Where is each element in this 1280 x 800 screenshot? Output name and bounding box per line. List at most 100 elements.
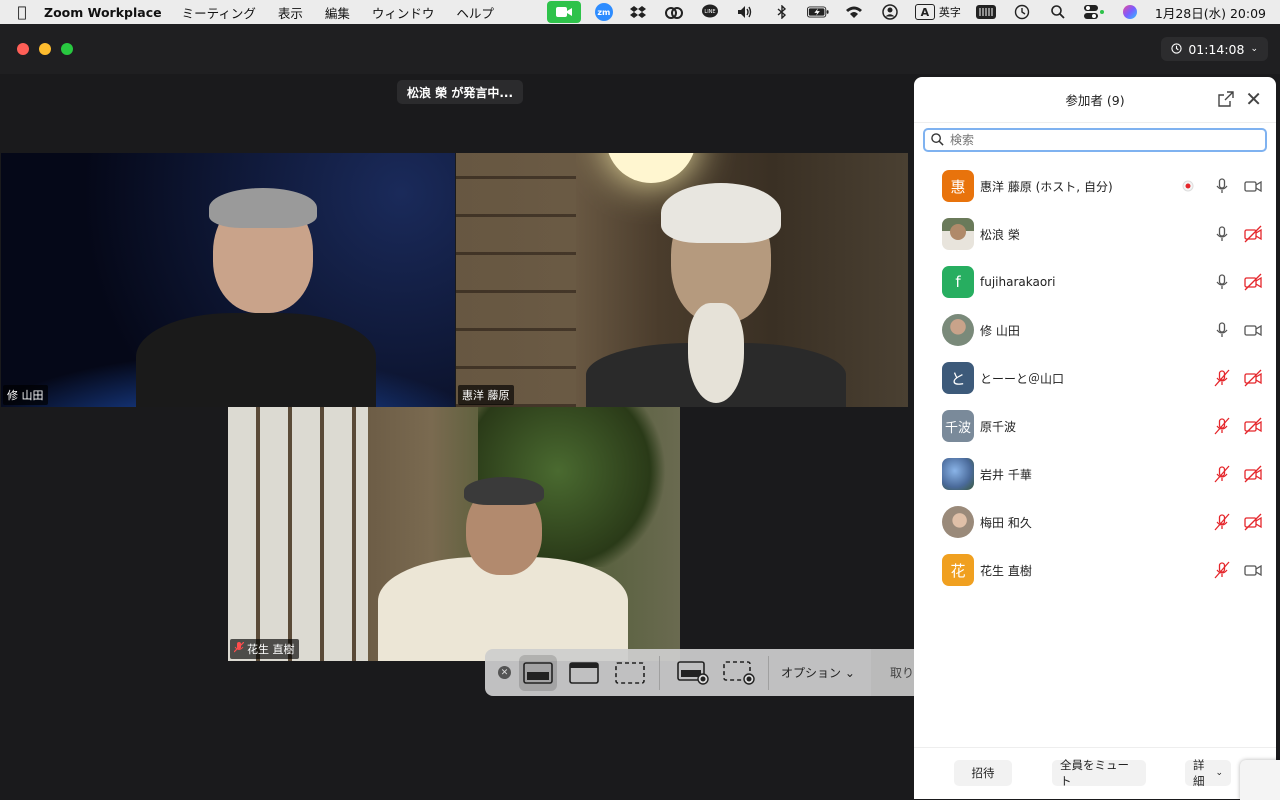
options-dropdown[interactable]: オプション ⌄ [781,664,855,681]
participant-row[interactable]: 花 花生 直樹 [914,546,1276,594]
microphone-icon[interactable] [1213,177,1231,195]
apple-icon[interactable]:  [0,3,44,21]
recording-indicator-icon [1179,177,1197,195]
participant-name: 岩井 千華 [980,467,1032,482]
volume-icon[interactable] [735,3,757,21]
pop-out-icon[interactable] [1218,91,1234,107]
participants-title: 参加者 (9) [1065,93,1125,108]
input-mode-label[interactable]: 英字 [939,4,961,20]
mute-all-button[interactable]: 全員をミュート [1052,758,1146,788]
mic-muted-icon[interactable] [1213,417,1231,435]
camera-off-icon[interactable] [1244,369,1262,387]
ceiling-lamp [606,153,696,183]
menu-meeting[interactable]: ミーティング [182,3,256,22]
participant-search-box[interactable] [923,128,1267,152]
camera-off-icon[interactable] [1244,273,1262,291]
user-account-icon[interactable] [879,3,901,21]
mic-muted-icon[interactable] [1213,369,1231,387]
menu-view[interactable]: 表示 [278,3,303,22]
camera-icon[interactable] [1244,321,1262,339]
close-icon[interactable]: ✕ [1245,87,1262,111]
camera-off-icon[interactable] [1244,513,1262,531]
svg-text:LINE: LINE [704,9,715,15]
participant-name: 修 山田 [980,323,1020,338]
avatar [942,506,974,538]
participant-row[interactable]: と とーーと＠山口 [914,354,1276,402]
menu-app-name[interactable]: Zoom Workplace [44,5,162,20]
participant-row[interactable]: 岩井 千華 [914,450,1276,498]
menu-window[interactable]: ウィンドウ [372,3,435,22]
zoom-meeting-window: 01:14:08 ⌄ 松浪 榮 が発言中... 修 山田 惠洋 藤原 花生 直樹 [0,24,1280,800]
window-close-button[interactable] [17,43,29,55]
mic-muted-icon[interactable] [1213,561,1231,579]
menu-help[interactable]: ヘルプ [456,3,494,22]
participant-row[interactable]: 千波 原千波 [914,402,1276,450]
camera-off-icon[interactable] [1244,417,1262,435]
zoom-menu-icon[interactable]: zm [594,3,613,21]
record-selection-button[interactable] [720,655,758,691]
invite-button[interactable]: 招待 [954,760,1012,786]
screenshot-thumbnail[interactable] [1240,760,1280,800]
participants-header: 参加者 (9) ✕ [914,77,1276,123]
battery-icon[interactable] [806,3,829,21]
microphone-icon[interactable] [1213,321,1231,339]
line-icon[interactable]: LINE [699,3,721,21]
camera-icon[interactable] [1244,561,1262,579]
participants-footer: 招待 全員をミュート 詳細 ⌄ [914,747,1276,799]
avatar: と [942,362,974,394]
participant-row[interactable]: 修 山田 [914,306,1276,354]
siri-icon[interactable] [1119,3,1141,21]
participant-row[interactable]: 松浪 榮 [914,210,1276,258]
window-zoom-button[interactable] [61,43,73,55]
video-tile[interactable]: 花生 直樹 [228,407,680,661]
tile-name-label: 惠洋 藤原 [458,385,514,405]
video-tile[interactable]: 惠洋 藤原 [456,153,908,407]
video-tile[interactable]: 修 山田 [1,153,455,407]
shoji-screen [228,407,368,661]
zoom-video-status-icon[interactable] [546,1,581,23]
wifi-icon[interactable] [843,3,865,21]
menubar-clock[interactable]: 1月28日(水) 20:09 [1155,3,1266,22]
keyboard-icon[interactable] [975,3,997,21]
participant-row[interactable]: 梅田 和久 [914,498,1276,546]
capture-selection-button[interactable] [611,655,649,691]
time-machine-icon[interactable] [1011,3,1033,21]
chevron-down-icon: ⌄ [844,666,855,680]
avatar [942,458,974,490]
bluetooth-icon[interactable] [771,3,793,21]
record-entire-screen-button[interactable] [674,655,712,691]
tile-name-label: 花生 直樹 [230,639,299,659]
participant-name: 原千波 [980,419,1017,434]
screenshot-toolbar: ✕ オプション ⌄ 取り込む [485,649,957,696]
search-input[interactable] [950,133,1250,147]
participant-name: 梅田 和久 [980,515,1032,530]
meeting-timer-value: 01:14:08 [1188,41,1245,57]
creative-cloud-icon[interactable] [663,3,685,21]
mic-muted-icon[interactable] [1213,465,1231,483]
mic-muted-icon[interactable] [1213,513,1231,531]
window-minimize-button[interactable] [39,43,51,55]
participant-row[interactable]: 惠 惠洋 藤原 (ホスト, 自分) [914,162,1276,210]
search-icon [931,131,944,150]
control-center-icon[interactable] [1083,3,1105,21]
beard [688,303,744,403]
bookshelf [456,153,576,407]
close-icon[interactable]: ✕ [498,666,511,679]
meeting-timer[interactable]: 01:14:08 ⌄ [1161,37,1268,61]
participant-row[interactable]: f fujiharakaori [914,258,1276,306]
microphone-icon[interactable] [1213,273,1231,291]
camera-off-icon[interactable] [1244,225,1262,243]
capture-entire-screen-button[interactable] [519,654,557,691]
participant-name: 惠洋 藤原 (ホスト, 自分) [980,179,1113,194]
active-speaker-label: 松浪 榮 が発言中... [397,80,524,104]
menu-edit[interactable]: 編集 [325,3,350,22]
input-mode-icon[interactable]: A [914,4,935,20]
spotlight-search-icon[interactable] [1047,3,1069,21]
chevron-down-icon: ⌄ [1215,768,1223,778]
dropbox-icon[interactable] [627,3,649,21]
camera-off-icon[interactable] [1244,465,1262,483]
camera-icon[interactable] [1244,177,1262,195]
capture-window-button[interactable] [565,655,603,691]
microphone-icon[interactable] [1213,225,1231,243]
more-dropdown-button[interactable]: 詳細 ⌄ [1185,758,1231,788]
